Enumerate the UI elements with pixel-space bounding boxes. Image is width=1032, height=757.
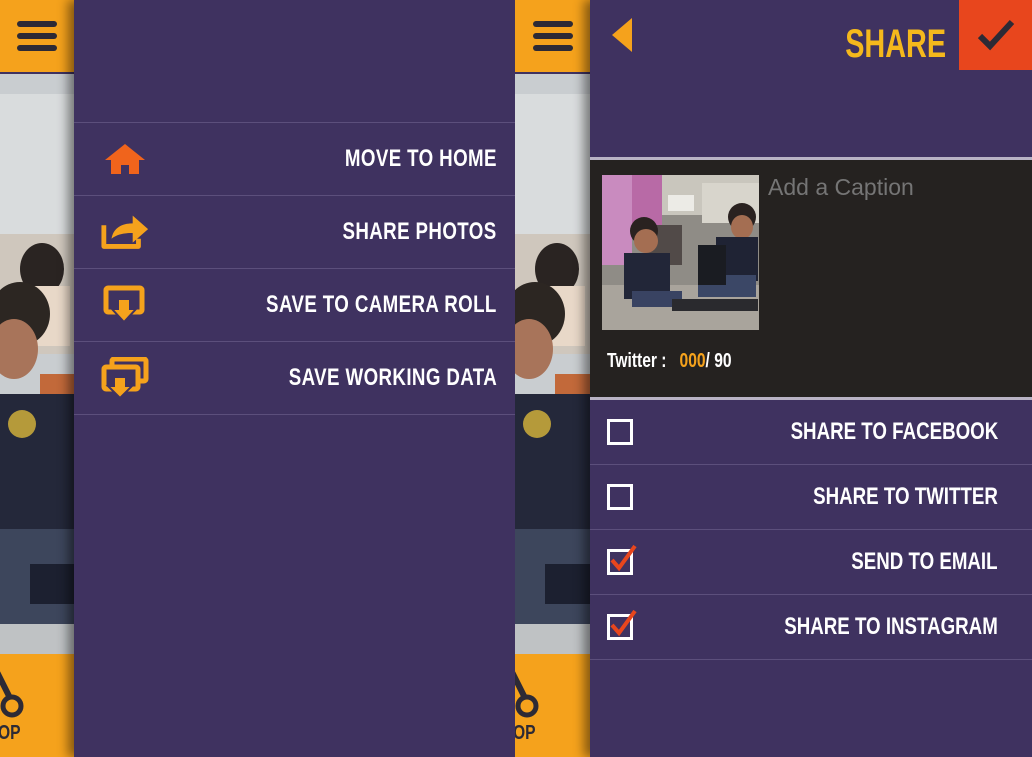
share-panel: SHARE Add a Caption Twitter: 000/ 90 SH…: [590, 0, 1032, 757]
share-option-label: SHARE TO FACEBOOK: [790, 418, 998, 445]
share-option-instagram[interactable]: SHARE TO INSTAGRAM: [590, 595, 1032, 660]
menu-item-move-to-home[interactable]: MOVE TO HOME: [74, 123, 515, 196]
hamburger-icon: [17, 21, 57, 51]
facebook-checkbox[interactable]: [607, 419, 633, 445]
home-icon: [100, 139, 150, 179]
photo-thumbnail: [602, 175, 759, 330]
right-screen: OP SHARE Add a Caption Twitter: 000/ 90…: [515, 0, 1032, 757]
twitter-count-max: / 90: [705, 350, 732, 372]
page-title: SHARE: [845, 22, 946, 66]
twitter-count-current: 000: [679, 350, 706, 372]
caption-input[interactable]: [768, 174, 1023, 324]
crop-button[interactable]: OP: [515, 654, 590, 757]
share-option-label: SHARE TO TWITTER: [813, 483, 998, 510]
menu-list: MOVE TO HOME SHARE PHOTOS SAVE TO CAMERA…: [74, 122, 515, 415]
share-icon: [100, 212, 150, 252]
photo-preview: [515, 74, 590, 654]
crop-icon: [0, 671, 24, 718]
crop-button[interactable]: OP: [0, 654, 74, 757]
share-option-label: SEND TO EMAIL: [851, 548, 998, 575]
menu-item-save-working-data[interactable]: SAVE WORKING DATA: [74, 342, 515, 415]
checkmark-icon: [610, 544, 637, 572]
menu-item-label: SHARE PHOTOS: [342, 218, 497, 245]
menu-item-save-to-camera-roll[interactable]: SAVE TO CAMERA ROLL: [74, 269, 515, 342]
share-option-label: SHARE TO INSTAGRAM: [784, 613, 998, 640]
left-screen: OP MOVE TO HOME SHARE PHOTOS SAVE TO CAM…: [0, 0, 515, 757]
share-option-facebook[interactable]: SHARE TO FACEBOOK: [590, 400, 1032, 465]
email-checkbox[interactable]: [607, 544, 637, 575]
share-option-email[interactable]: SEND TO EMAIL: [590, 530, 1032, 595]
checkmark-icon: [977, 19, 1014, 51]
save-camera-roll-icon: [100, 285, 150, 325]
instagram-checkbox[interactable]: [607, 609, 637, 640]
menu-item-label: SAVE TO CAMERA ROLL: [266, 291, 497, 318]
side-drawer: MOVE TO HOME SHARE PHOTOS SAVE TO CAMERA…: [74, 0, 515, 757]
photo-preview: [0, 74, 74, 654]
menu-item-label: MOVE TO HOME: [344, 145, 497, 172]
crop-label: OP: [0, 722, 21, 744]
menu-item-share-photos[interactable]: SHARE PHOTOS: [74, 196, 515, 269]
crop-label: OP: [515, 722, 536, 744]
back-arrow-icon: [612, 18, 632, 52]
hamburger-icon: [532, 21, 573, 51]
confirm-button[interactable]: [959, 0, 1032, 70]
menu-item-label: SAVE WORKING DATA: [288, 364, 497, 391]
share-options-list: SHARE TO FACEBOOK SHARE TO TWITTER SEND …: [590, 400, 1032, 660]
share-option-twitter[interactable]: SHARE TO TWITTER: [590, 465, 1032, 530]
caption-section: Twitter : 000/ 90: [590, 157, 1032, 400]
photo-image: [515, 74, 590, 654]
save-working-data-icon: [100, 357, 150, 399]
twitter-count-label: Twitter :: [607, 350, 667, 372]
back-button[interactable]: [608, 16, 638, 54]
checkmark-icon: [610, 609, 637, 637]
menu-button[interactable]: [0, 0, 74, 72]
crop-icon: [515, 671, 539, 718]
twitter-character-count: Twitter : 000/ 90: [607, 350, 767, 373]
photo-image: [0, 74, 74, 654]
menu-button[interactable]: [515, 0, 590, 72]
twitter-checkbox[interactable]: [607, 484, 633, 510]
